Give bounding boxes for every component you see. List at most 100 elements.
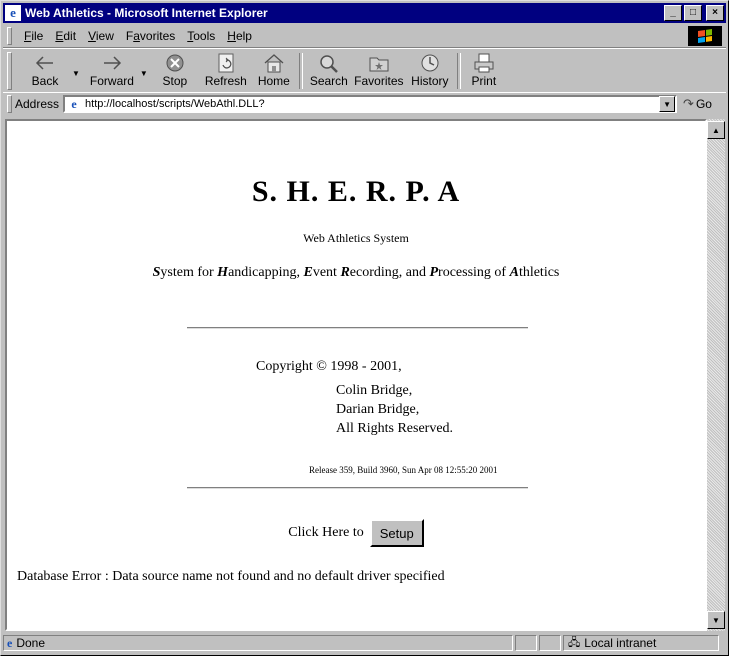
address-bar: Address e http://localhost/scripts/WebAt…: [3, 92, 726, 115]
standard-toolbar: Back ▼ Forward ▼ Stop Refresh Home Searc…: [3, 48, 726, 93]
status-main-panel: e Done: [3, 635, 513, 651]
browser-window: e Web Athletics - Microsoft Internet Exp…: [0, 0, 729, 656]
page-status-icon: e: [7, 635, 13, 650]
acronym-text: ecording, and: [349, 265, 430, 280]
go-arrow-icon: ↷: [683, 96, 694, 111]
history-icon: [419, 52, 441, 74]
toolbar-label: Home: [257, 73, 290, 88]
toolbar-label: Back: [31, 73, 59, 88]
windows-flag-icon: [698, 29, 712, 43]
toolbar-label: Search: [309, 73, 348, 88]
page-subtitle: Web Athletics System: [303, 231, 409, 245]
status-bar: e Done 🖧 Local intranet: [3, 633, 726, 653]
home-icon: [263, 52, 285, 74]
menu-favorites[interactable]: Favorites: [120, 29, 181, 43]
menu-label: Tools: [187, 29, 216, 43]
intranet-icon: 🖧: [568, 636, 581, 649]
acronym-text: thletics: [518, 265, 560, 280]
toolbar-label: Print: [471, 73, 497, 88]
menu-bar-grip[interactable]: [7, 27, 12, 45]
menu-label: Help: [227, 29, 252, 43]
toolbar-separator: [456, 52, 461, 89]
history-button[interactable]: History: [406, 51, 454, 91]
toolbar-label: History: [411, 73, 449, 88]
click-here-text: Click Here to: [288, 525, 364, 540]
address-dropdown-button[interactable]: ▼: [659, 96, 676, 112]
menu-help[interactable]: Help: [221, 29, 258, 43]
toolbar-separator: [298, 52, 303, 89]
stop-icon: [165, 52, 185, 74]
toolbar-label: Forward: [89, 73, 134, 88]
copyright-text: Copyright © 1998 - 2001,: [256, 359, 402, 374]
acronym-letter: P: [429, 265, 439, 280]
menu-label: View: [88, 29, 114, 43]
window-title: Web Athletics - Microsoft Internet Explo…: [25, 6, 268, 20]
acronym-text: vent: [312, 265, 341, 280]
menu-label: Favorites: [125, 29, 176, 43]
menu-bar: File Edit View Favorites Tools Help: [3, 25, 726, 48]
home-button[interactable]: Home: [252, 51, 296, 91]
divider-bottom: [187, 487, 528, 489]
toolbar-label: Favorites: [354, 73, 404, 88]
refresh-icon: [217, 52, 235, 74]
status-panel-progress: [515, 635, 537, 651]
toolbar-grip[interactable]: [7, 51, 12, 90]
menu-file[interactable]: File: [18, 29, 49, 43]
acronym-text: ystem for: [160, 265, 218, 280]
address-label: Address: [15, 97, 60, 111]
address-bar-grip[interactable]: [7, 95, 12, 113]
back-button[interactable]: Back: [16, 51, 74, 91]
vertical-scrollbar[interactable]: ▲ ▼: [707, 119, 725, 631]
setup-button[interactable]: Setup: [369, 519, 424, 547]
back-arrow-icon: [35, 52, 55, 74]
acronym-letter: R: [340, 265, 350, 280]
acronym-text: andicapping,: [228, 265, 304, 280]
zone-text: Local intranet: [584, 636, 657, 650]
refresh-button[interactable]: Refresh: [200, 51, 252, 91]
acronym-expansion: System for Handicapping, Event Recording…: [7, 265, 705, 281]
search-button[interactable]: Search: [306, 51, 352, 91]
acronym-letter: A: [509, 265, 519, 280]
favorites-icon: [368, 52, 390, 74]
menu-edit[interactable]: Edit: [49, 29, 82, 43]
go-button[interactable]: ↷ Go: [683, 96, 712, 112]
database-error-message: Database Error : Data source name not fo…: [17, 569, 445, 584]
acronym-letter: H: [217, 265, 229, 280]
print-button[interactable]: Print: [464, 51, 504, 91]
print-icon: [473, 52, 495, 74]
menu-label: File: [24, 29, 44, 43]
rights-reserved: All Rights Reserved.: [336, 421, 454, 436]
page-heading: S. H. E. R. P. A: [251, 175, 461, 208]
maximize-button[interactable]: □: [684, 5, 702, 21]
close-button[interactable]: ×: [706, 5, 724, 21]
go-label: Go: [695, 97, 712, 111]
address-url[interactable]: http://localhost/scripts/WebAthl.DLL?: [85, 98, 659, 110]
page-icon: e: [71, 96, 77, 111]
search-icon: [318, 52, 340, 74]
page-content: S. H. E. R. P. A Web Athletics System Sy…: [5, 119, 707, 631]
author-darian: Darian Bridge,: [336, 402, 420, 417]
forward-button[interactable]: Forward: [82, 51, 142, 91]
setup-row: Click Here to Setup: [7, 519, 705, 547]
status-panel-secure: [539, 635, 561, 651]
windows-logo: [688, 26, 722, 46]
acronym-letter: E: [303, 265, 313, 280]
address-input[interactable]: e http://localhost/scripts/WebAthl.DLL? …: [63, 95, 678, 113]
toolbar-label: Refresh: [204, 73, 247, 88]
forward-arrow-icon: [102, 52, 122, 74]
stop-button[interactable]: Stop: [150, 51, 200, 91]
divider-top: [187, 327, 528, 329]
title-bar[interactable]: e Web Athletics - Microsoft Internet Exp…: [3, 3, 726, 23]
scroll-down-button[interactable]: ▼: [707, 611, 725, 629]
status-zone-panel: 🖧 Local intranet: [563, 635, 719, 651]
scroll-up-button[interactable]: ▲: [707, 121, 725, 139]
favorites-button[interactable]: Favorites: [352, 51, 406, 91]
minimize-button[interactable]: _: [664, 5, 682, 21]
status-text: Done: [16, 636, 46, 650]
author-colin: Colin Bridge,: [336, 383, 413, 398]
release-info: Release 359, Build 3960, Sun Apr 08 12:5…: [309, 465, 498, 475]
acronym-text: rocessing of: [438, 265, 510, 280]
menu-view[interactable]: View: [82, 29, 120, 43]
menu-tools[interactable]: Tools: [181, 29, 221, 43]
menu-label: Edit: [55, 29, 77, 43]
